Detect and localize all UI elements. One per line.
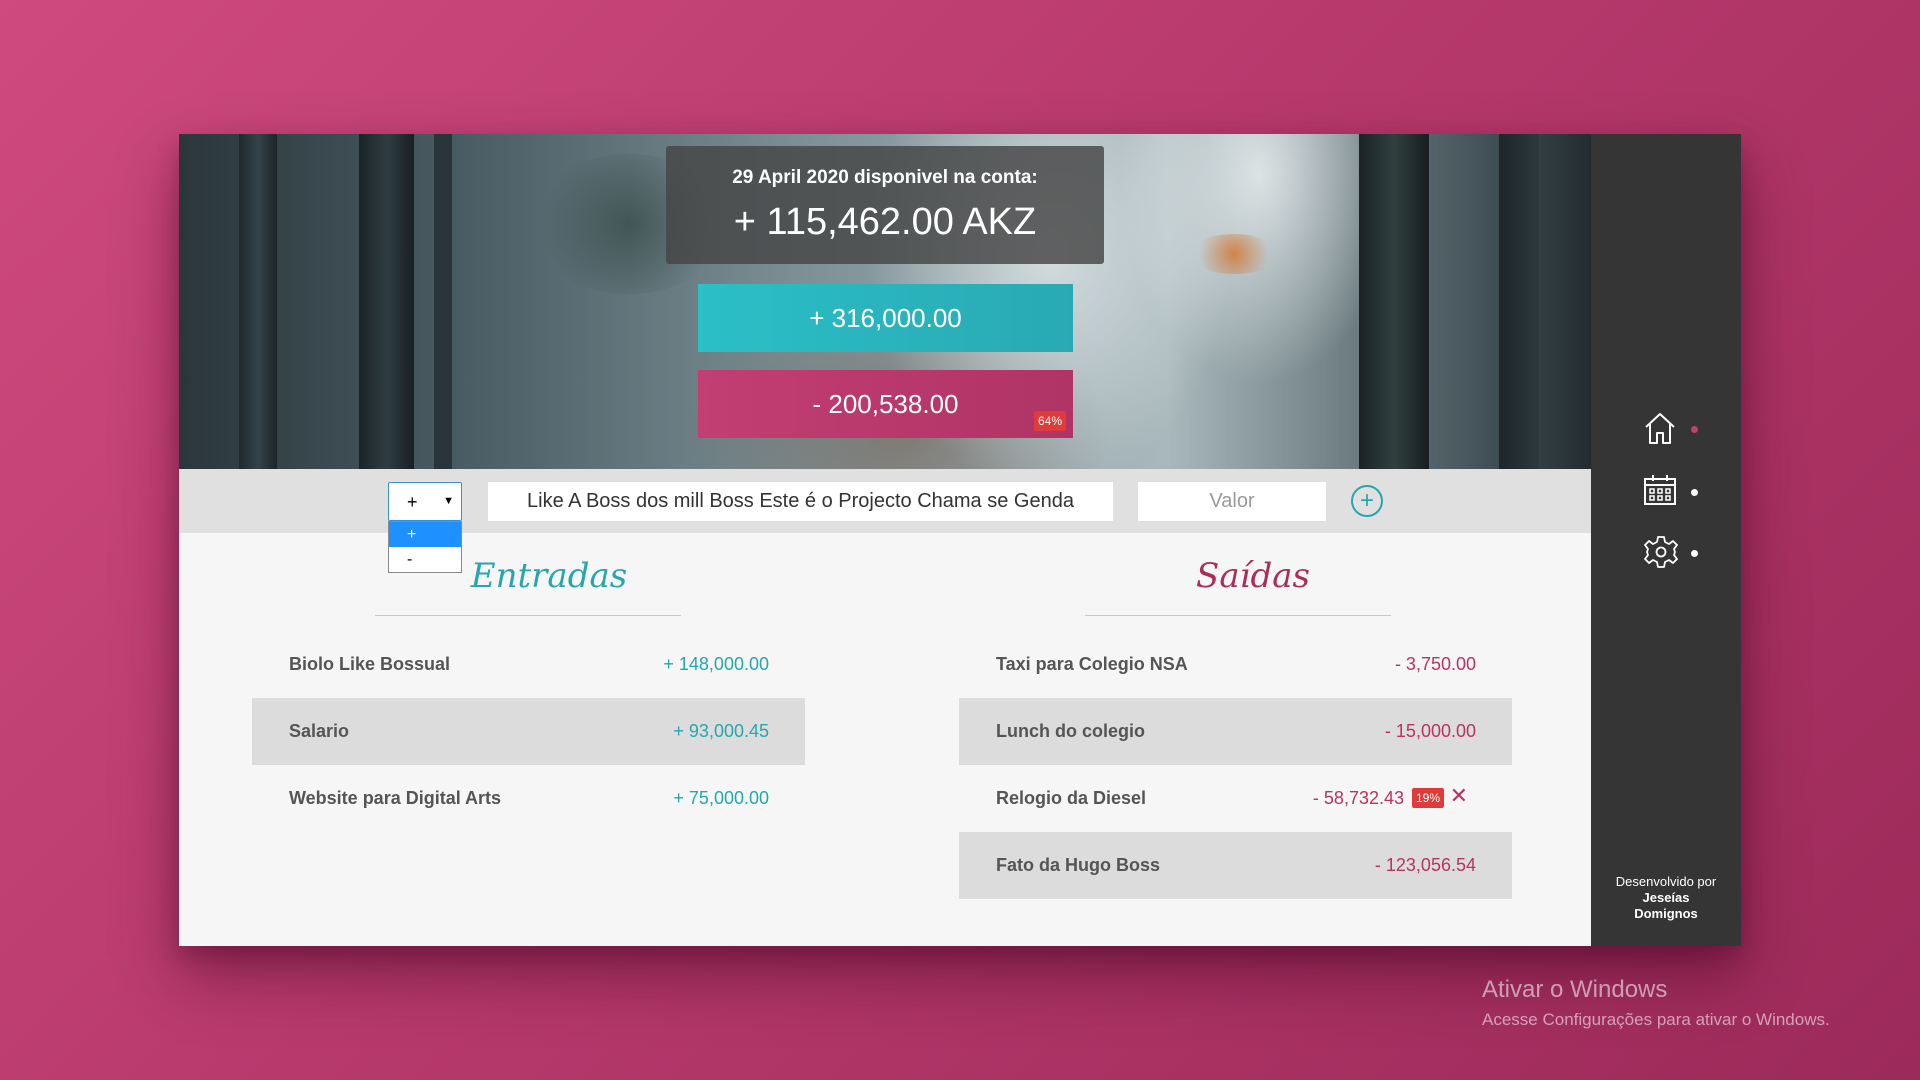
watermark-subtitle: Acesse Configurações para ativar o Windo…: [1482, 1010, 1830, 1029]
type-option-plus[interactable]: +: [389, 522, 461, 547]
expense-name: Fato da Hugo Boss: [996, 855, 1161, 875]
balance-value: + 115,462.00 AKZ: [733, 201, 1037, 243]
expense-title: Saídas: [1196, 556, 1310, 596]
credit-label: Desenvolvido por: [1615, 874, 1717, 889]
expense-value: - 123,056.54: [1374, 855, 1476, 875]
expense-value: - 15,000.00: [1384, 721, 1476, 741]
expense-value: - 3,750.00: [1394, 654, 1476, 674]
nav-settings[interactable]: [1643, 534, 1703, 574]
type-select-value: +: [407, 492, 418, 512]
hero-banner: 29 April 2020 disponivel na conta: + 115…: [179, 134, 1591, 469]
forest-trunk-decoration: [1499, 134, 1539, 469]
type-dropdown: + -: [388, 521, 462, 573]
forest-trunk-decoration: [359, 134, 414, 469]
forest-trunk-decoration: [239, 134, 277, 469]
value-input[interactable]: [1138, 482, 1326, 521]
total-expense-card: - 200,538.00 64%: [698, 370, 1073, 438]
sidebar: Desenvolvido por Jeseías Domignos: [1591, 134, 1741, 946]
expense-name: Relogio da Diesel: [996, 788, 1147, 808]
income-name: Biolo Like Bossual: [289, 654, 451, 674]
forest-trunk-decoration: [434, 134, 452, 469]
expense-divider: [1085, 615, 1391, 616]
developer-credit: Desenvolvido por Jeseías Domignos: [1591, 874, 1741, 922]
expense-name: Lunch do colegio: [996, 721, 1145, 741]
type-select[interactable]: + ▼: [388, 482, 462, 521]
expense-row[interactable]: Relogio da Diesel - 58,732.43 19% ✕: [959, 765, 1512, 832]
add-button[interactable]: +: [1351, 485, 1383, 517]
watermark-title: Ativar o Windows: [1482, 976, 1668, 1003]
expense-percentage-badge: 64%: [1033, 411, 1066, 431]
expense-row[interactable]: Fato da Hugo Boss - 123,056.54: [959, 832, 1512, 899]
windows-activation-watermark: Ativar o Windows Acesse Configurações pa…: [1482, 976, 1830, 1030]
credit-author-first: Jeseías: [1642, 890, 1690, 905]
type-option-minus[interactable]: -: [389, 547, 461, 572]
balance-date-label: 29 April 2020 disponivel na conta:: [732, 167, 1038, 188]
income-row[interactable]: Website para Digital Arts + 75,000.00: [252, 765, 805, 832]
nav-calendar[interactable]: [1643, 473, 1703, 513]
description-input[interactable]: [488, 482, 1113, 521]
total-expense-value: - 200,538.00: [812, 388, 959, 419]
expense-row[interactable]: Lunch do colegio - 15,000.00: [959, 698, 1512, 765]
foliage-decoration: [1189, 234, 1279, 274]
indicator-dot: [1691, 489, 1698, 496]
home-icon: [1645, 413, 1675, 444]
chevron-down-icon: ▼: [443, 495, 454, 507]
income-name: Salario: [289, 721, 350, 741]
credit-author-last: Domignos: [1634, 906, 1698, 921]
calendar-icon: [1644, 475, 1676, 505]
expense-value: - 58,732.43: [1312, 788, 1404, 808]
income-value: + 93,000.45: [673, 721, 769, 741]
plus-circle-icon: +: [1359, 487, 1374, 514]
app-window: 29 April 2020 disponivel na conta: + 115…: [179, 134, 1741, 946]
income-row[interactable]: Biolo Like Bossual + 148,000.00: [252, 631, 805, 698]
close-icon[interactable]: ✕: [1450, 785, 1468, 807]
forest-trunk-decoration: [1359, 134, 1429, 469]
income-divider: [375, 615, 681, 616]
income-name: Website para Digital Arts: [289, 788, 502, 808]
expense-percentage-badge: 19%: [1411, 788, 1444, 808]
income-value: + 148,000.00: [663, 654, 769, 674]
add-entry-bar: + ▼ + - +: [179, 469, 1591, 573]
total-income-value: + 316,000.00: [809, 302, 962, 333]
main-panel: 29 April 2020 disponivel na conta: + 115…: [179, 134, 1591, 946]
total-income-card: + 316,000.00: [698, 284, 1073, 352]
indicator-dot: [1691, 550, 1698, 557]
gear-icon: [1644, 536, 1678, 568]
income-value: + 75,000.00: [673, 788, 769, 808]
expense-name: Taxi para Colegio NSA: [996, 654, 1188, 674]
income-row[interactable]: Salario + 93,000.45: [252, 698, 805, 765]
balance-card: 29 April 2020 disponivel na conta: + 115…: [666, 146, 1104, 264]
nav-home[interactable]: [1643, 410, 1703, 450]
expense-row[interactable]: Taxi para Colegio NSA - 3,750.00: [959, 631, 1512, 698]
active-indicator-dot: [1691, 426, 1698, 433]
